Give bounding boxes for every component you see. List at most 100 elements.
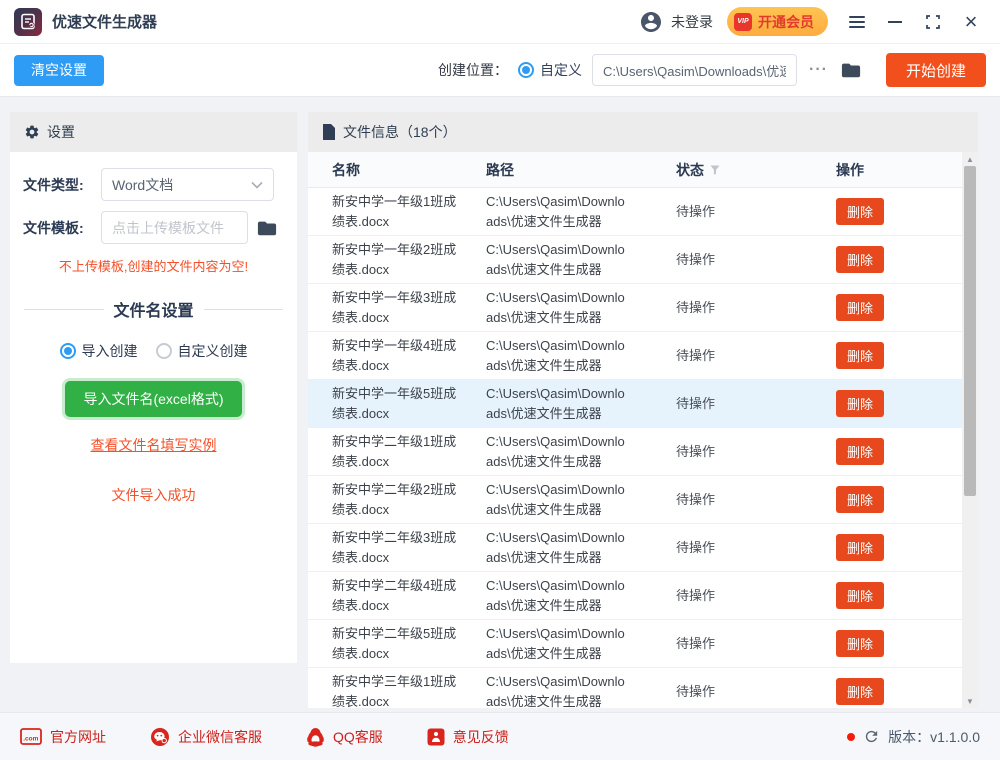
- clear-settings-button[interactable]: 清空设置: [14, 54, 104, 86]
- minimize-icon: [888, 20, 902, 23]
- footer-link-qq-service[interactable]: QQ客服: [306, 727, 383, 747]
- custom-location-radio[interactable]: 自定义: [518, 60, 582, 80]
- template-folder-button[interactable]: [256, 218, 278, 238]
- delete-button[interactable]: 删除: [836, 678, 884, 705]
- content-area: 设置 文件类型: Word文档 文件模板: 点击上传模板文件 不上传模板,创建的…: [0, 97, 1000, 712]
- menu-button[interactable]: [842, 7, 872, 37]
- table-row[interactable]: 新安中学二年级3班成绩表.docx C:\Users\Qasim\Downloa…: [308, 524, 978, 572]
- table-row[interactable]: 新安中学一年级4班成绩表.docx C:\Users\Qasim\Downloa…: [308, 332, 978, 380]
- footer-link-wechat-service[interactable]: 企业微信客服: [150, 727, 262, 747]
- settings-panel-header: 设置: [10, 112, 297, 152]
- file-path-cell: C:\Users\Qasim\Downloads\优速文件生成器: [486, 289, 625, 325]
- file-action-cell: 删除: [836, 390, 962, 417]
- file-path-cell: C:\Users\Qasim\Downloads\优速文件生成器: [486, 385, 625, 421]
- file-status-cell: 待操作: [676, 683, 716, 699]
- minimize-button[interactable]: [880, 7, 910, 37]
- file-name-cell: 新安中学一年级5班成绩表.docx: [332, 385, 457, 421]
- vertical-scrollbar[interactable]: ▲ ▼: [962, 152, 978, 708]
- vip-button-label: 开通会员: [758, 13, 814, 30]
- file-path-cell: C:\Users\Qasim\Downloads\优速文件生成器: [486, 481, 625, 517]
- template-warning-text: 不上传模板,创建的文件内容为空!: [58, 259, 249, 274]
- radio-unchecked-icon: [155, 343, 172, 359]
- delete-button[interactable]: 删除: [836, 342, 884, 369]
- filter-icon[interactable]: [709, 164, 721, 176]
- login-status-label: 未登录: [671, 13, 713, 30]
- file-table-body: 新安中学一年级1班成绩表.docx C:\Users\Qasim\Downloa…: [308, 188, 978, 708]
- import-create-radio-label: 导入创建: [81, 343, 138, 359]
- import-filenames-button[interactable]: 导入文件名(excel格式): [65, 381, 242, 417]
- scroll-down-arrow[interactable]: ▼: [962, 694, 978, 708]
- file-name-cell: 新安中学一年级3班成绩表.docx: [332, 289, 457, 325]
- delete-button[interactable]: 删除: [836, 630, 884, 657]
- svg-text:.com: .com: [23, 736, 38, 743]
- table-row[interactable]: 新安中学二年级4班成绩表.docx C:\Users\Qasim\Downloa…: [308, 572, 978, 620]
- status-header-label: 状态: [676, 161, 704, 178]
- close-icon: ×: [964, 8, 978, 34]
- filename-example-link[interactable]: 查看文件名填写实例: [20, 435, 287, 455]
- open-folder-button[interactable]: [840, 60, 862, 80]
- table-row[interactable]: 新安中学一年级5班成绩表.docx C:\Users\Qasim\Downloa…: [308, 380, 978, 428]
- table-row[interactable]: 新安中学一年级1班成绩表.docx C:\Users\Qasim\Downloa…: [308, 188, 978, 236]
- file-name-cell: 新安中学二年级3班成绩表.docx: [332, 529, 457, 565]
- import-create-radio[interactable]: 导入创建: [59, 341, 138, 361]
- column-header-action: 操作: [836, 161, 864, 178]
- file-type-select[interactable]: Word文档: [101, 168, 274, 201]
- footer-link-label: QQ客服: [333, 728, 383, 745]
- file-status-cell: 待操作: [676, 347, 716, 363]
- delete-button[interactable]: 删除: [836, 198, 884, 225]
- file-name-cell: 新安中学一年级1班成绩表.docx: [332, 193, 457, 229]
- file-type-value: Word文档: [112, 176, 174, 193]
- footer-link-feedback[interactable]: 意见反馈: [427, 727, 509, 747]
- app-logo-icon: [14, 7, 42, 36]
- file-action-cell: 删除: [836, 582, 962, 609]
- file-path-cell: C:\Users\Qasim\Downloads\优速文件生成器: [486, 529, 625, 565]
- file-name-cell: 新安中学二年级4班成绩表.docx: [332, 577, 457, 613]
- table-row[interactable]: 新安中学二年级1班成绩表.docx C:\Users\Qasim\Downloa…: [308, 428, 978, 476]
- vip-icon: VIP: [734, 12, 752, 31]
- table-row[interactable]: 新安中学一年级3班成绩表.docx C:\Users\Qasim\Downloa…: [308, 284, 978, 332]
- toolbar: 清空设置 创建位置： 自定义 ··· 开始创建: [0, 44, 1000, 97]
- file-path-cell: C:\Users\Qasim\Downloads\优速文件生成器: [486, 193, 625, 229]
- custom-create-radio[interactable]: 自定义创建: [155, 341, 248, 361]
- column-header-name: 名称: [332, 161, 360, 178]
- refresh-icon[interactable]: [863, 728, 880, 745]
- file-name-cell: 新安中学二年级5班成绩表.docx: [332, 625, 457, 661]
- filename-section-title: 文件名设置: [113, 303, 194, 320]
- start-create-button[interactable]: 开始创建: [885, 53, 986, 87]
- delete-button[interactable]: 删除: [836, 438, 884, 465]
- scroll-up-arrow[interactable]: ▲: [962, 152, 978, 166]
- delete-button[interactable]: 删除: [836, 246, 884, 273]
- table-row[interactable]: 新安中学一年级2班成绩表.docx C:\Users\Qasim\Downloa…: [308, 236, 978, 284]
- close-button[interactable]: ×: [956, 7, 986, 37]
- delete-button[interactable]: 删除: [836, 486, 884, 513]
- file-panel-title: 文件信息（18个）: [343, 124, 457, 140]
- file-action-cell: 删除: [836, 486, 962, 513]
- file-action-cell: 删除: [836, 438, 962, 465]
- scrollbar-thumb[interactable]: [964, 166, 976, 496]
- file-path-cell: C:\Users\Qasim\Downloads\优速文件生成器: [486, 577, 625, 613]
- file-status-cell: 待操作: [676, 587, 716, 603]
- table-row[interactable]: 新安中学三年级1班成绩表.docx C:\Users\Qasim\Downloa…: [308, 668, 978, 708]
- delete-button[interactable]: 删除: [836, 534, 884, 561]
- file-path-cell: C:\Users\Qasim\Downloads\优速文件生成器: [486, 433, 625, 469]
- template-upload-input[interactable]: [101, 211, 248, 244]
- file-status-cell: 待操作: [676, 635, 716, 651]
- table-row[interactable]: 新安中学二年级2班成绩表.docx C:\Users\Qasim\Downloa…: [308, 476, 978, 524]
- footer-link-official-site[interactable]: .com 官方网址: [20, 727, 106, 747]
- maximize-button[interactable]: [918, 7, 948, 37]
- vip-upgrade-button[interactable]: VIP 开通会员: [727, 7, 828, 36]
- delete-button[interactable]: 删除: [836, 294, 884, 321]
- com-icon: .com: [20, 728, 42, 745]
- delete-button[interactable]: 删除: [836, 390, 884, 417]
- file-path-cell: C:\Users\Qasim\Downloads\优速文件生成器: [486, 337, 625, 373]
- template-label: 文件模板:: [23, 219, 84, 236]
- file-name-cell: 新安中学一年级4班成绩表.docx: [332, 337, 457, 373]
- delete-button[interactable]: 删除: [836, 582, 884, 609]
- file-path-cell: C:\Users\Qasim\Downloads\优速文件生成器: [486, 241, 625, 277]
- output-path-input[interactable]: [592, 54, 797, 86]
- user-login-area[interactable]: 未登录: [639, 10, 713, 34]
- table-row[interactable]: 新安中学二年级5班成绩表.docx C:\Users\Qasim\Downloa…: [308, 620, 978, 668]
- file-action-cell: 删除: [836, 342, 962, 369]
- browse-more-button[interactable]: ···: [807, 59, 830, 81]
- footer-link-label: 企业微信客服: [178, 728, 262, 745]
